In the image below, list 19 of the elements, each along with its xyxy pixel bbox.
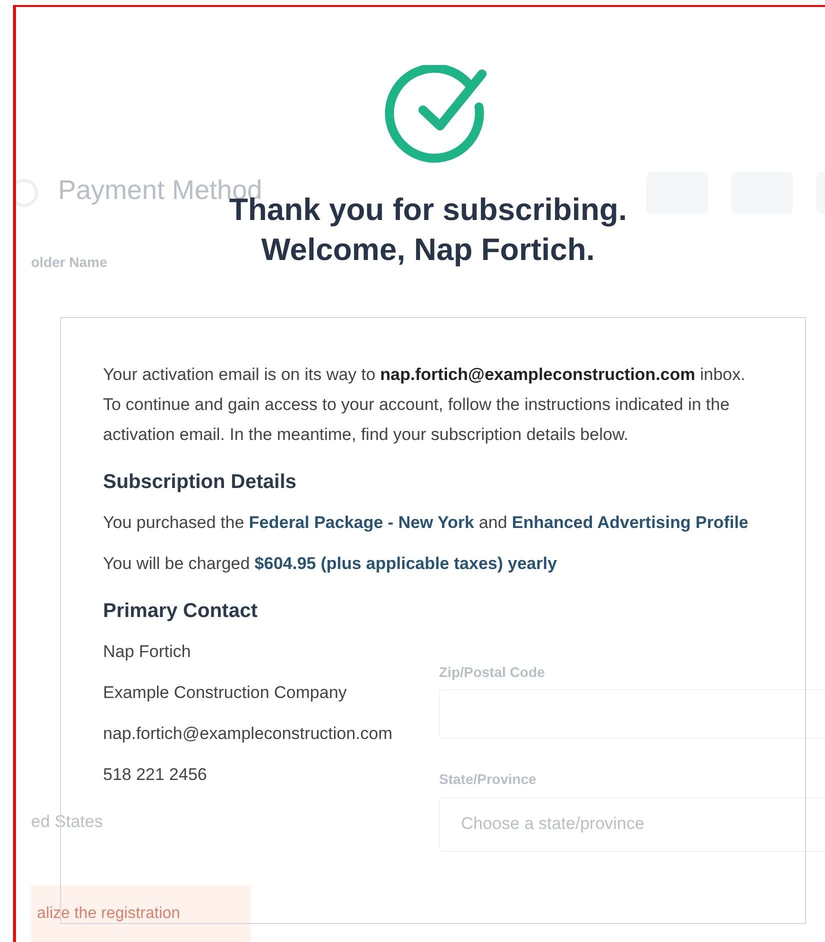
contact-detail: nap.fortich@exampleconstruction.com xyxy=(103,723,392,745)
field-label: Zip/Postal Code xyxy=(439,664,545,680)
summary-text: You will be charged $604.95 (plus applicable taxes) yearly xyxy=(103,553,558,575)
contact-detail: 518 221 2456 xyxy=(103,764,207,786)
input-field[interactable] xyxy=(439,689,825,739)
select-field[interactable]: Choose a state/province xyxy=(439,797,825,852)
field-label: older Name xyxy=(31,254,108,270)
field-label: State/Province xyxy=(439,771,536,787)
field-value: ed States xyxy=(31,812,103,832)
summary-text: You purchased the Federal Package - New York and Enhanced Advertising Profile xyxy=(103,512,749,534)
submit-button[interactable]: alize the registration xyxy=(31,885,251,942)
contact-detail: Example Construction Company xyxy=(103,682,347,704)
section-heading: Subscription Details xyxy=(103,470,296,495)
check-circle-icon xyxy=(382,65,488,165)
step-icon xyxy=(16,179,38,207)
contact-detail: Nap Fortich xyxy=(103,641,191,663)
intro-paragraph: Your activation email is on its way to nap.fortich@exampleconstruction.com inbox. To continue and gain access to your account, follow the instructions indicated in the activation email. In the meantime, find your subscription details below. xyxy=(103,364,746,446)
section-heading: Primary Contact xyxy=(103,599,258,624)
title-line: Welcome, Nap Fortich. xyxy=(261,231,595,269)
